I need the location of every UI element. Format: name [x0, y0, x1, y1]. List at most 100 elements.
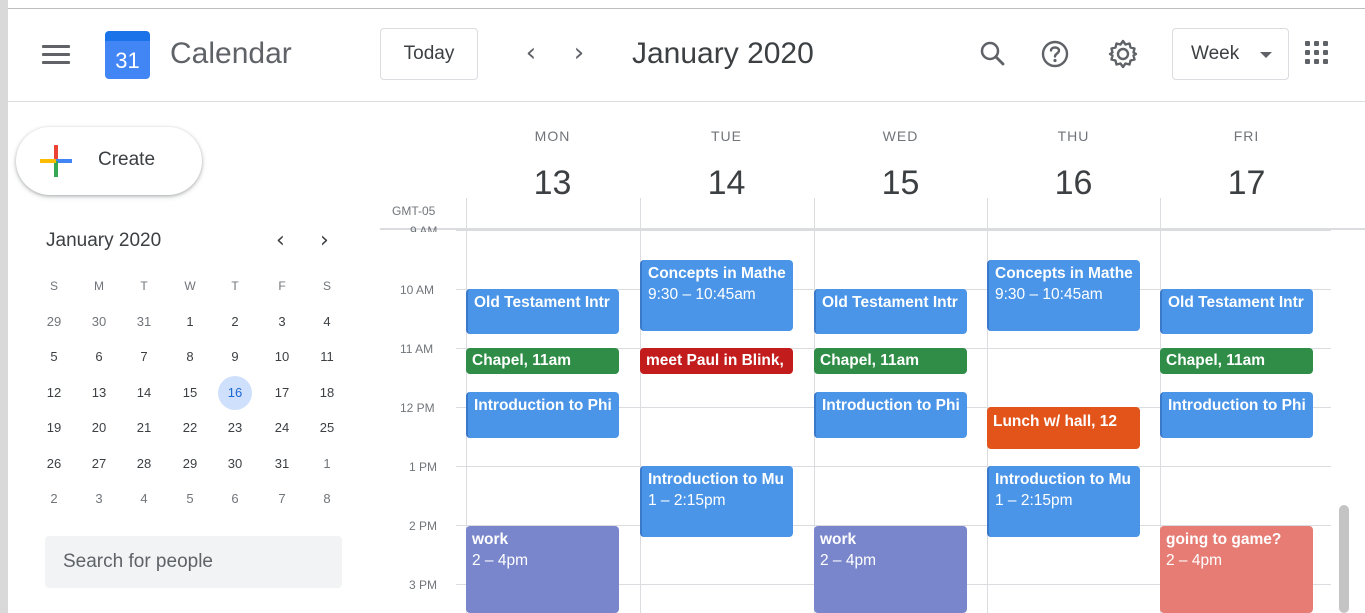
mini-calendar-day[interactable]: 15	[173, 377, 207, 409]
event-intro-music[interactable]: Introduction to Mu 1 – 2:15pm	[640, 466, 793, 537]
mini-calendar-day[interactable]: 30	[82, 306, 116, 338]
mini-calendar-today[interactable]: 16	[218, 375, 252, 410]
mini-calendar-next-month-button[interactable]: ›	[320, 230, 329, 252]
mini-calendar-day[interactable]: 12	[37, 377, 71, 409]
event-title: Introduction to Mu	[648, 471, 785, 488]
window-top-edge	[0, 0, 1365, 8]
day-date-number[interactable]: 13	[466, 164, 639, 203]
hour-gridline	[456, 466, 1331, 467]
mini-calendar-day[interactable]: 21	[127, 412, 161, 444]
event-intro-music[interactable]: Introduction to Mu 1 – 2:15pm	[987, 466, 1140, 537]
day-date-number[interactable]: 14	[640, 164, 813, 203]
mini-calendar-day[interactable]: 29	[37, 306, 71, 338]
mini-calendar-day[interactable]: 20	[82, 412, 116, 444]
mini-calendar-title: January 2020	[46, 230, 162, 251]
mini-calendar-day[interactable]: 18	[310, 377, 344, 409]
event-chapel[interactable]: Chapel, 11am	[466, 348, 619, 374]
next-week-button[interactable]: ›	[568, 40, 590, 68]
mini-calendar-week-row: 26 27 28 29 30 31 1	[32, 448, 352, 484]
mini-calendar-day[interactable]: 13	[82, 377, 116, 409]
event-concepts-in-math[interactable]: Concepts in Mathe 9:30 – 10:45am	[987, 260, 1140, 331]
mini-calendar-day[interactable]: 1	[173, 306, 207, 338]
event-concepts-in-math[interactable]: Concepts in Mathe 9:30 – 10:45am	[640, 260, 793, 331]
event-title: Chapel, 11am	[472, 352, 572, 369]
settings-gear-icon[interactable]	[1106, 37, 1140, 71]
event-title: Old Testament Intr	[822, 294, 958, 311]
event-work[interactable]: work 2 – 4pm	[466, 526, 619, 613]
hour-label: 10 AM	[400, 283, 435, 297]
event-going-to-game[interactable]: going to game? 2 – 4pm	[1160, 526, 1313, 613]
mini-calendar-day[interactable]: 23	[218, 412, 252, 444]
mini-calendar-day[interactable]: 31	[127, 306, 161, 338]
mini-calendar-day[interactable]: 30	[218, 448, 252, 480]
mini-calendar-week-row: 12 13 14 15 16 17 18	[32, 375, 352, 413]
event-intro-philosophy[interactable]: Introduction to Phi	[1160, 392, 1313, 438]
mini-calendar-day[interactable]: 10	[265, 341, 299, 373]
create-label: Create	[98, 149, 156, 170]
mini-calendar-day[interactable]: 7	[265, 483, 299, 515]
event-old-testament[interactable]: Old Testament Intr	[1160, 289, 1313, 334]
day-date-number[interactable]: 15	[814, 164, 987, 203]
event-old-testament[interactable]: Old Testament Intr	[814, 289, 967, 334]
mini-calendar-day[interactable]: 14	[127, 377, 161, 409]
app-title[interactable]: Calendar	[170, 37, 292, 71]
week-view: MON 13 TUE 14 WED 15 THU 16 FRI 17 GMT-0…	[380, 102, 1365, 613]
mini-calendar-day[interactable]: 11	[310, 341, 344, 373]
event-meet-paul[interactable]: meet Paul in Blink,	[640, 348, 793, 374]
google-apps-grid-icon[interactable]	[1305, 41, 1331, 67]
mini-calendar-day[interactable]: 28	[127, 448, 161, 480]
main-menu-icon[interactable]	[42, 45, 70, 65]
mini-calendar-day[interactable]: 7	[127, 341, 161, 373]
mini-calendar-day[interactable]: 26	[37, 448, 71, 480]
mini-calendar-prev-month-button[interactable]: ‹	[276, 230, 285, 252]
mini-calendar-day[interactable]: 2	[218, 306, 252, 338]
day-header-mon: MON 13	[466, 102, 639, 228]
weekday-label: M	[94, 279, 104, 293]
mini-calendar-day[interactable]: 29	[173, 448, 207, 480]
mini-calendar-day[interactable]: 6	[82, 341, 116, 373]
mini-calendar-day[interactable]: 25	[310, 412, 344, 444]
mini-calendar-day[interactable]: 19	[37, 412, 71, 444]
mini-calendar-day[interactable]: 24	[265, 412, 299, 444]
view-switcher-dropdown[interactable]: Week	[1172, 28, 1289, 80]
event-chapel[interactable]: Chapel, 11am	[814, 348, 967, 374]
mini-calendar-day[interactable]: 17	[265, 377, 299, 409]
event-lunch-with-hall[interactable]: Lunch w/ hall, 12	[987, 407, 1140, 449]
mini-calendar-day[interactable]: 3	[265, 306, 299, 338]
event-intro-philosophy[interactable]: Introduction to Phi	[466, 392, 619, 438]
mini-calendar-weekday-row: S M T W T F S	[32, 270, 352, 306]
mini-calendar-day[interactable]: 5	[37, 341, 71, 373]
event-intro-philosophy[interactable]: Introduction to Phi	[814, 392, 967, 438]
mini-calendar-day[interactable]: 4	[127, 483, 161, 515]
event-time: 2 – 4pm	[472, 552, 529, 569]
help-icon[interactable]	[1038, 37, 1072, 71]
hour-label: 11 AM	[400, 342, 434, 356]
day-date-number[interactable]: 16	[987, 164, 1160, 203]
day-of-week-label: WED	[882, 128, 919, 144]
mini-calendar-day[interactable]: 6	[218, 483, 252, 515]
mini-calendar-day[interactable]: 3	[82, 483, 116, 515]
event-title: work	[820, 531, 857, 548]
mini-calendar-day[interactable]: 8	[173, 341, 207, 373]
event-chapel[interactable]: Chapel, 11am	[1160, 348, 1313, 374]
event-work[interactable]: work 2 – 4pm	[814, 526, 967, 613]
mini-calendar-day[interactable]: 31	[265, 448, 299, 480]
previous-week-button[interactable]: ‹	[520, 40, 542, 68]
search-icon[interactable]	[976, 37, 1010, 71]
event-title: Concepts in Mathe	[995, 265, 1133, 282]
day-date-number[interactable]: 17	[1160, 164, 1333, 203]
event-old-testament[interactable]: Old Testament Intr	[466, 289, 619, 334]
today-button[interactable]: Today	[380, 28, 478, 80]
mini-calendar-day[interactable]: 22	[173, 412, 207, 444]
mini-calendar-day[interactable]: 2	[37, 483, 71, 515]
mini-calendar-day[interactable]: 1	[310, 448, 344, 480]
vertical-scrollbar[interactable]	[1339, 505, 1349, 613]
mini-calendar-day[interactable]: 9	[218, 341, 252, 373]
mini-calendar-day[interactable]: 4	[310, 306, 344, 338]
mini-calendar-day[interactable]: 27	[82, 448, 116, 480]
hour-label: 3 PM	[409, 578, 438, 592]
create-button[interactable]: Create	[16, 127, 202, 195]
mini-calendar-day[interactable]: 5	[173, 483, 207, 515]
mini-calendar-day[interactable]: 8	[310, 483, 344, 515]
search-people-input[interactable]	[45, 536, 342, 588]
